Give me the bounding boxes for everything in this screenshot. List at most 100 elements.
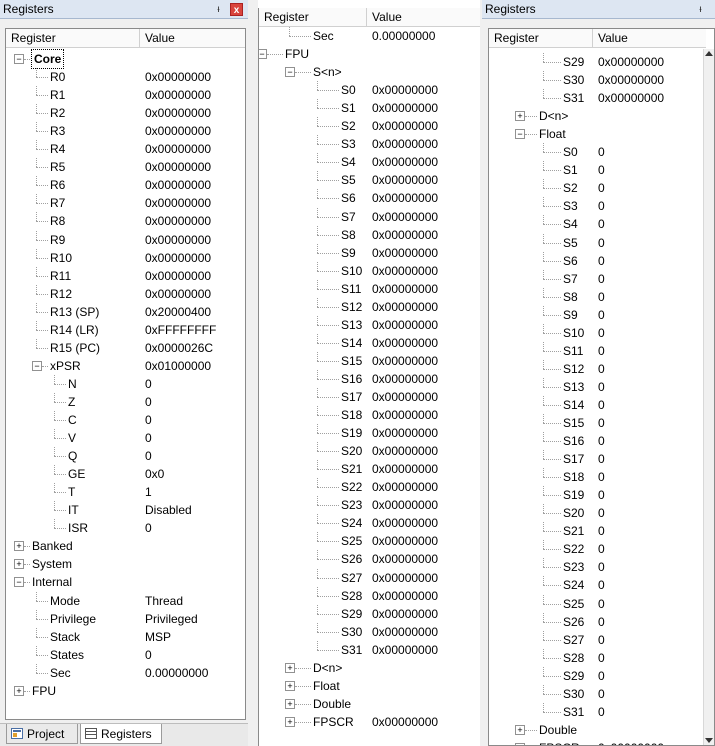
register-row[interactable]: S15	[259, 351, 367, 370]
register-row[interactable]: − S<n>	[259, 63, 367, 81]
register-row[interactable]: S22	[259, 478, 367, 496]
register-row[interactable]: − Core	[6, 49, 140, 69]
register-value[interactable]: 0	[598, 324, 605, 342]
register-value[interactable]: 0x00000000	[372, 496, 438, 514]
register-row[interactable]: S11	[259, 279, 367, 298]
register-value[interactable]: 0x00000000	[372, 442, 438, 460]
register-value[interactable]: 1	[145, 483, 152, 501]
register-value[interactable]: 0x00000000	[145, 285, 211, 303]
register-value[interactable]: 0x00000000	[145, 158, 211, 176]
register-row[interactable]: IT	[6, 501, 140, 519]
register-value[interactable]: 0x01000000	[145, 357, 211, 375]
register-value[interactable]: 0x00000000	[598, 739, 664, 745]
register-value[interactable]: 0x00000000	[145, 249, 211, 267]
register-value[interactable]: 0x00000000	[372, 352, 438, 370]
register-value[interactable]: 0	[598, 613, 605, 631]
register-row[interactable]: + Double	[489, 721, 593, 739]
register-value[interactable]: 0x00000000	[372, 99, 438, 117]
register-row[interactable]: S19	[259, 424, 367, 442]
register-row[interactable]: S0	[489, 143, 593, 161]
expand-icon[interactable]: +	[14, 685, 24, 696]
register-row[interactable]: S27	[259, 568, 367, 587]
register-row[interactable]: S24	[259, 514, 367, 532]
register-row[interactable]: S18	[489, 468, 593, 486]
register-row[interactable]: S17	[489, 450, 593, 468]
register-row[interactable]: V	[6, 429, 140, 447]
register-row[interactable]: S17	[259, 388, 367, 406]
register-row[interactable]: S1	[259, 99, 367, 117]
register-value[interactable]: 0	[145, 447, 152, 465]
register-row[interactable]: R8	[6, 212, 140, 230]
register-row[interactable]: S11	[489, 341, 593, 360]
register-value[interactable]: 0x00000000	[372, 424, 438, 442]
register-row[interactable]: S30	[489, 71, 593, 89]
register-value[interactable]: 0	[598, 143, 605, 161]
register-value[interactable]: 0x00000000	[372, 171, 438, 189]
register-row[interactable]: + Double	[259, 695, 367, 713]
register-value[interactable]: 0	[598, 288, 605, 306]
register-value[interactable]: 0x00000000	[372, 370, 438, 388]
register-value[interactable]: 0	[598, 215, 605, 233]
register-value[interactable]: 0x00000000	[598, 89, 664, 107]
column-header-register[interactable]: Register	[489, 29, 593, 48]
tab-registers[interactable]: Registers	[80, 724, 162, 744]
register-value[interactable]: 0x00000000	[598, 71, 664, 89]
register-row[interactable]: S20	[259, 442, 367, 460]
register-row[interactable]: S23	[489, 558, 593, 576]
tab-project[interactable]: Project	[6, 724, 78, 744]
register-row[interactable]: S29	[489, 53, 593, 71]
expand-icon[interactable]: +	[285, 680, 295, 691]
register-row[interactable]: N	[6, 374, 140, 393]
register-row[interactable]: S23	[259, 496, 367, 514]
register-row[interactable]: S7	[489, 269, 593, 288]
register-row[interactable]: − Internal	[6, 573, 140, 591]
register-row[interactable]: R0	[6, 68, 140, 86]
register-value[interactable]: 0x00000000	[372, 406, 438, 424]
register-row[interactable]: S19	[489, 486, 593, 504]
register-row[interactable]: S30	[489, 684, 593, 703]
register-value[interactable]: Thread	[145, 592, 183, 610]
register-row[interactable]: R11	[6, 266, 140, 285]
register-value[interactable]: 0x00000000	[372, 460, 438, 478]
collapse-icon[interactable]: −	[32, 360, 42, 371]
register-row[interactable]: S26	[489, 612, 593, 631]
register-value[interactable]: 0	[598, 558, 605, 576]
expand-icon[interactable]: +	[285, 662, 295, 673]
register-value[interactable]: 0	[598, 234, 605, 252]
pin-icon[interactable]: ᵻ	[212, 3, 225, 16]
register-value[interactable]: 0	[598, 631, 605, 649]
register-value[interactable]: 0x00000000	[372, 569, 438, 587]
register-value[interactable]: 0	[598, 179, 605, 197]
register-row[interactable]: + D<n>	[259, 659, 367, 677]
collapse-icon[interactable]: −	[259, 49, 267, 60]
register-row[interactable]: + Banked	[6, 537, 140, 555]
register-row[interactable]: S24	[489, 576, 593, 594]
register-value[interactable]: 0x00000000	[145, 231, 211, 249]
register-row[interactable]: R2	[6, 104, 140, 122]
register-row[interactable]: R1	[6, 86, 140, 104]
register-value[interactable]: 0	[145, 375, 152, 393]
register-value[interactable]: 0	[598, 396, 605, 414]
register-row[interactable]: S12	[489, 359, 593, 378]
expand-icon[interactable]: +	[14, 559, 24, 570]
register-value[interactable]: 0	[145, 411, 152, 429]
register-row[interactable]: S9	[489, 305, 593, 324]
register-value[interactable]: 0xFFFFFFFF	[145, 321, 216, 339]
register-row[interactable]: S16	[489, 432, 593, 450]
expand-icon[interactable]: +	[515, 724, 525, 735]
register-value[interactable]: 0	[598, 252, 605, 270]
column-header-value[interactable]: Value	[593, 29, 706, 48]
register-row[interactable]: S1	[489, 161, 593, 179]
register-row[interactable]: + System	[6, 555, 140, 573]
register-row[interactable]: S9	[259, 243, 367, 262]
register-value[interactable]: 0x00000000	[372, 81, 438, 99]
expand-icon[interactable]: +	[515, 111, 525, 122]
register-row[interactable]: S10	[489, 323, 593, 342]
register-value[interactable]: 0	[598, 504, 605, 522]
register-row[interactable]: S29	[259, 604, 367, 623]
register-value[interactable]: 0x00000000	[145, 86, 211, 104]
register-row[interactable]: Mode	[6, 591, 140, 610]
register-row[interactable]: S31	[489, 89, 593, 107]
register-value[interactable]: 0.00000000	[145, 664, 208, 682]
register-value[interactable]: 0x0000026C	[145, 339, 213, 357]
